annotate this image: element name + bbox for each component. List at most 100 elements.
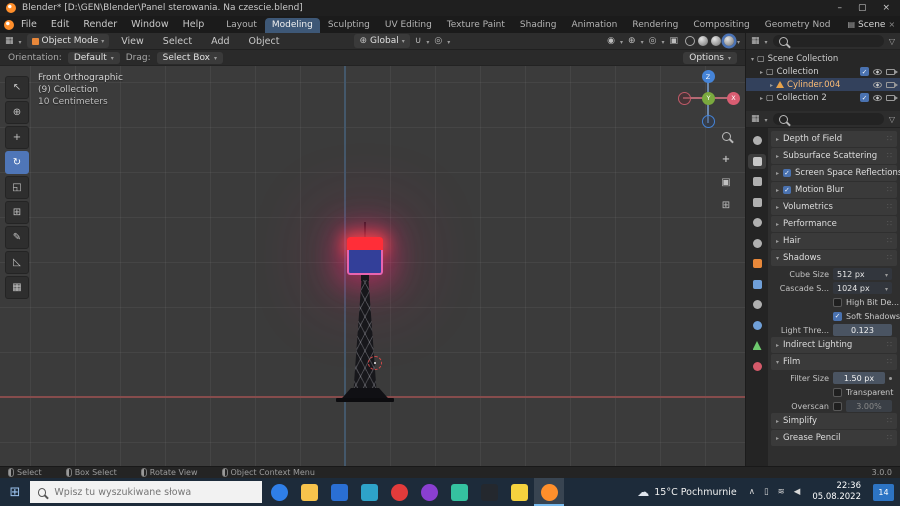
overscan-checkbox[interactable]	[833, 401, 842, 411]
minimize-button[interactable]: –	[837, 3, 842, 13]
disclosure-icon[interactable]	[760, 93, 763, 103]
tool-button[interactable]: ↖	[5, 76, 29, 99]
workspace-tab[interactable]: Sculpting	[321, 18, 377, 33]
properties-panel-header[interactable]: Depth of Field	[771, 131, 897, 147]
blender-menu-icon[interactable]	[4, 19, 14, 30]
battery-icon[interactable]	[764, 487, 769, 497]
panel-header-simplify[interactable]: Simplify	[771, 413, 897, 429]
tool-button[interactable]: ⊞	[5, 201, 29, 224]
proportional-editing-icon[interactable]	[434, 36, 442, 46]
workspace-tab[interactable]: Animation	[564, 18, 624, 33]
properties-tab[interactable]	[748, 133, 766, 148]
shading-dropdown-icon[interactable]	[737, 36, 740, 47]
high-bitdepth-checkbox[interactable]	[833, 297, 842, 307]
tool-button[interactable]: ◱	[5, 176, 29, 199]
search-input[interactable]	[52, 485, 254, 499]
properties-panel-header[interactable]: Volumetrics	[771, 199, 897, 215]
render-visibility-icon[interactable]	[886, 81, 898, 88]
xray-toggle-icon[interactable]	[669, 36, 678, 46]
properties-panel-header[interactable]: Hair	[771, 233, 897, 249]
overlays-dropdown-icon[interactable]	[661, 36, 664, 47]
cube-size-dropdown[interactable]: 512 px	[833, 268, 892, 280]
navigation-gizmo[interactable]: Z X Y	[678, 70, 740, 128]
workspace-tab[interactable]: Layout	[219, 18, 264, 33]
properties-tab[interactable]	[748, 277, 766, 292]
workspace-tab[interactable]: Geometry Nod	[758, 18, 838, 33]
viewport-menu[interactable]: Add	[204, 36, 236, 47]
topbar-menu[interactable]: Help	[176, 19, 212, 30]
pan-view-button[interactable]	[718, 151, 734, 167]
properties-tab[interactable]	[748, 256, 766, 271]
workspace-tab[interactable]: UV Editing	[378, 18, 439, 33]
properties-tab[interactable]	[748, 297, 766, 312]
properties-tab[interactable]	[748, 338, 766, 353]
show-overlays-icon[interactable]	[649, 36, 657, 46]
collection-checkbox[interactable]	[860, 67, 869, 76]
soft-shadows-checkbox[interactable]	[833, 311, 842, 321]
scene-selector[interactable]: Scene ×	[847, 20, 895, 30]
start-button[interactable]	[0, 478, 30, 506]
outliner-editor-icon[interactable]	[751, 36, 760, 46]
mode-selector[interactable]: Object Mode	[26, 34, 110, 48]
properties-tab[interactable]	[748, 359, 766, 374]
snap-dropdown-icon[interactable]	[426, 36, 429, 47]
outliner-row-scene-collection[interactable]: Scene Collection	[746, 52, 900, 65]
show-gizmos-icon[interactable]	[628, 36, 636, 46]
disclosure-icon[interactable]	[770, 80, 773, 90]
drag-dropdown[interactable]: Select Box	[156, 51, 224, 64]
gizmo-y-ball[interactable]: Y	[702, 91, 715, 105]
panel-enable-checkbox[interactable]	[783, 169, 792, 177]
panel-enable-checkbox[interactable]	[783, 186, 792, 194]
object-visibility-icon[interactable]	[607, 36, 615, 46]
notifications-badge[interactable]: 14	[873, 483, 894, 501]
viewport-menu[interactable]: View	[114, 36, 151, 47]
shading-solid-icon[interactable]	[697, 36, 708, 46]
falloff-dropdown-icon[interactable]	[447, 36, 450, 47]
render-visibility-icon[interactable]	[886, 94, 898, 101]
workspace-tab[interactable]: Compositing	[686, 18, 756, 33]
shading-wireframe-icon[interactable]	[684, 36, 695, 46]
transparent-checkbox[interactable]	[833, 387, 842, 397]
properties-panel-header[interactable]: Performance	[771, 216, 897, 232]
taskbar-app[interactable]	[264, 478, 294, 506]
snap-magnet-icon[interactable]	[415, 36, 422, 46]
outliner-search[interactable]	[772, 35, 884, 47]
hidden-icons-chevron[interactable]	[749, 487, 755, 497]
taskbar-app[interactable]	[444, 478, 474, 506]
filter-funnel-icon[interactable]	[889, 36, 895, 47]
gizmo-x-ball[interactable]: X	[727, 91, 740, 105]
workspace-tab[interactable]: Shading	[513, 18, 564, 33]
camera-view-button[interactable]	[718, 174, 734, 190]
chevron-down-icon[interactable]	[765, 36, 768, 47]
hide-eye-icon[interactable]	[873, 94, 882, 101]
taskbar-clock[interactable]: 22:36 05.08.2022	[812, 481, 861, 503]
viewport-menu[interactable]: Select	[156, 36, 199, 47]
hide-eye-icon[interactable]	[873, 81, 882, 88]
taskbar-app[interactable]	[324, 478, 354, 506]
taskbar-search[interactable]	[30, 481, 262, 503]
topbar-menu[interactable]: Window	[124, 19, 175, 30]
gizmo-neg-z-ball[interactable]	[701, 115, 715, 128]
panel-header-film[interactable]: Film	[771, 354, 897, 370]
viewport-3d[interactable]: Front Orthographic (9) Collection 10 Cen…	[0, 66, 745, 466]
keyframe-dot-icon[interactable]	[889, 376, 892, 380]
cascade-size-dropdown[interactable]: 1024 px	[833, 282, 892, 294]
taskbar-app[interactable]	[384, 478, 414, 506]
properties-tab[interactable]	[748, 153, 766, 169]
filter-size-field[interactable]: 1.50 px	[833, 372, 885, 384]
transform-orientation-selector[interactable]: Global	[354, 34, 410, 48]
gizmos-dropdown-icon[interactable]	[641, 36, 644, 47]
tool-button[interactable]: ↻	[5, 151, 29, 174]
weather-widget[interactable]: 15°C Pochmurnie	[637, 485, 736, 499]
workspace-tab[interactable]: Modeling	[264, 18, 320, 33]
topbar-menu[interactable]: Edit	[44, 19, 76, 30]
taskbar-app[interactable]	[534, 478, 564, 506]
gizmo-z-ball[interactable]: Z	[701, 70, 715, 83]
properties-tab[interactable]	[748, 236, 766, 251]
properties-tab[interactable]	[748, 195, 766, 210]
workspace-tab[interactable]: Texture Paint	[440, 18, 512, 33]
panel-header-shadows[interactable]: Shadows	[771, 250, 897, 266]
disclosure-icon[interactable]	[760, 67, 763, 77]
volume-icon[interactable]	[794, 487, 801, 497]
panel-header-grease-pencil[interactable]: Grease Pencil	[771, 430, 897, 446]
